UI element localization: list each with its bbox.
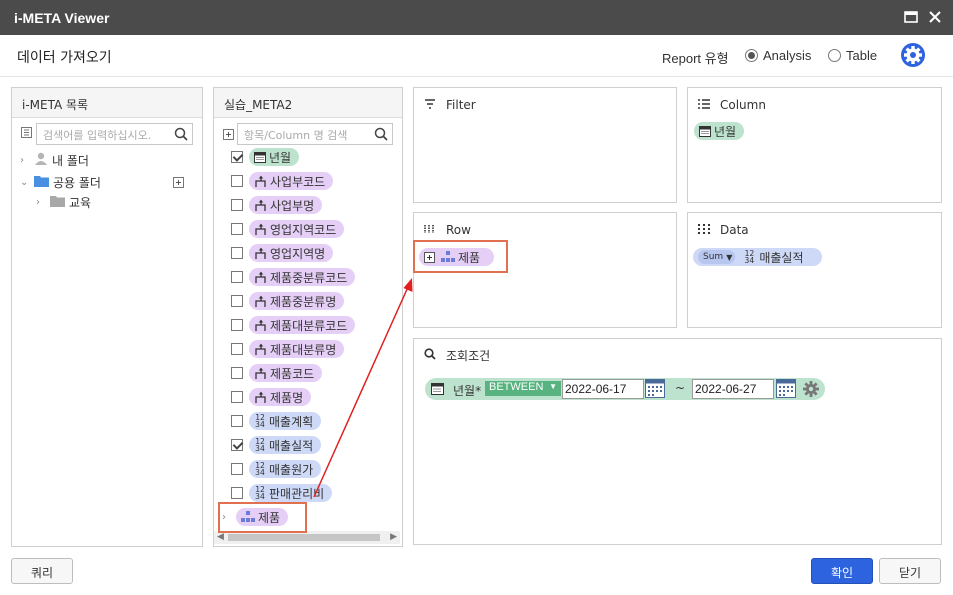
- annotation-arrow: [313, 278, 413, 498]
